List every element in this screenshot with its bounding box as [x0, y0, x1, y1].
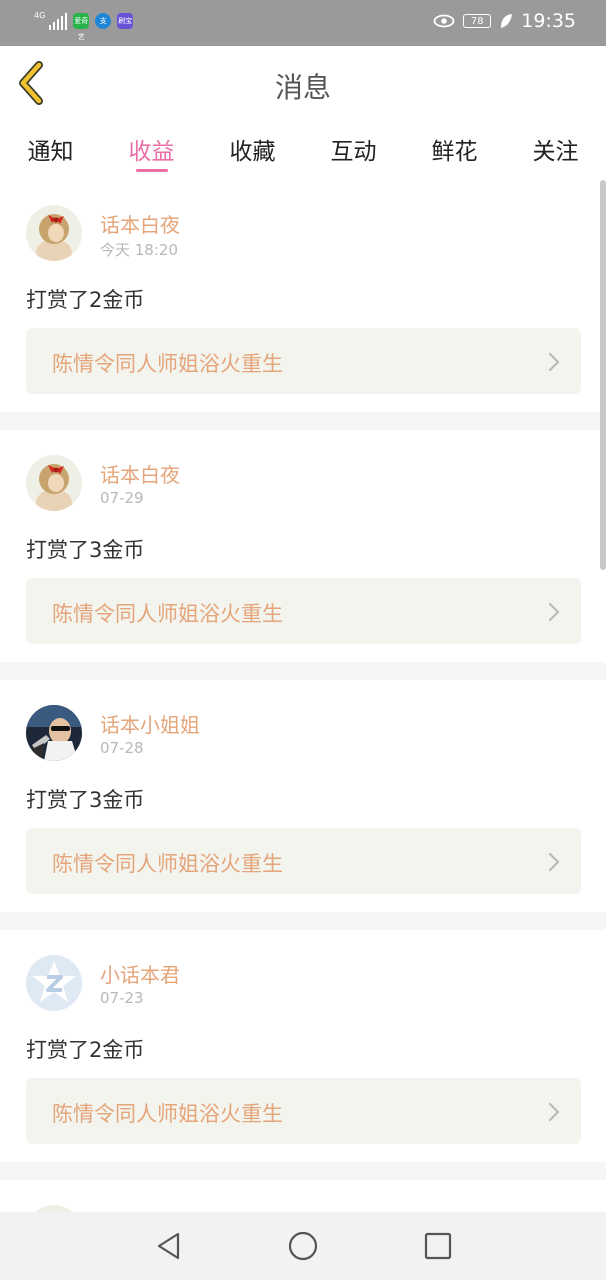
tab-follows[interactable]: 关注: [505, 120, 606, 178]
driver-avatar-icon: [26, 705, 82, 761]
tab-flowers[interactable]: 鲜花: [404, 120, 505, 178]
tab-label: 通知: [27, 139, 74, 165]
scrollbar[interactable]: [600, 180, 606, 570]
status-bar-left: 4G 爱奇艺 支 刷宝: [34, 11, 134, 41]
active-tab-indicator: [135, 169, 168, 172]
tab-notifications[interactable]: 通知: [0, 120, 101, 178]
reward-text: 打赏了2金币: [26, 1038, 145, 1062]
chevron-right-icon: [548, 352, 560, 372]
nav-back-icon[interactable]: [152, 1229, 186, 1263]
iqiyi-icon: 爱奇艺: [73, 13, 90, 41]
avatar[interactable]: [26, 455, 82, 511]
system-nav-bar: [0, 1212, 606, 1280]
star-z-avatar-icon: [26, 955, 82, 1011]
book-title: 陈情令同人师姐浴火重生: [52, 1102, 283, 1126]
nav-recents-icon[interactable]: [421, 1229, 455, 1263]
tab-bar: 通知 收益 收藏 互动 鲜花 关注: [0, 120, 606, 178]
chevron-right-icon: [548, 1102, 560, 1122]
book-title: 陈情令同人师姐浴火重生: [52, 852, 283, 876]
leaf-icon: [501, 14, 513, 28]
message-list[interactable]: 话本白夜 今天 18:20 打赏了2金币 陈情令同人师姐浴火重生 话本白夜 07…: [0, 180, 606, 1212]
reward-text: 打赏了3金币: [26, 788, 145, 812]
username[interactable]: 话本小姐姐: [100, 709, 200, 738]
username[interactable]: 话本白夜: [100, 209, 180, 238]
avatar[interactable]: [26, 955, 82, 1011]
message-card: 小话本君 07-23 打赏了2金币 陈情令同人师姐浴火重生: [0, 930, 606, 1162]
alipay-icon: 支: [95, 13, 112, 29]
chevron-right-icon: [548, 602, 560, 622]
network-type: 4G: [34, 11, 46, 20]
reward-text: 打赏了3金币: [26, 538, 145, 562]
message-card: 话本白夜 07-29 打赏了3金币 陈情令同人师姐浴火重生: [0, 430, 606, 662]
chevron-right-icon: [548, 852, 560, 872]
timestamp: 07-29: [100, 489, 144, 507]
tab-label: 鲜花: [431, 139, 478, 165]
status-bar-right: 78 19:35: [433, 10, 576, 32]
clock: 19:35: [521, 10, 576, 32]
timestamp: 今天 18:20: [100, 241, 178, 259]
signal-icon: 4G: [34, 11, 68, 30]
doll-avatar-icon: [26, 1205, 82, 1212]
book-title: 陈情令同人师姐浴火重生: [52, 352, 283, 376]
header: 消息: [0, 46, 606, 121]
book-link[interactable]: 陈情令同人师姐浴火重生: [26, 578, 581, 644]
tab-label: 收益: [128, 139, 175, 165]
battery-icon: 78: [463, 14, 492, 28]
tab-interactions[interactable]: 互动: [303, 120, 404, 178]
battery-level: 78: [470, 16, 484, 27]
doll-avatar-icon: [26, 455, 82, 511]
book-link[interactable]: 陈情令同人师姐浴火重生: [26, 828, 581, 894]
message-card: 话本小姐姐 07-28 打赏了3金币 陈情令同人师姐浴火重生: [0, 680, 606, 912]
app-icon: 刷宝: [117, 13, 134, 29]
tab-earnings[interactable]: 收益: [101, 120, 202, 178]
tab-label: 收藏: [229, 139, 276, 165]
status-bar: 4G 爱奇艺 支 刷宝 78 19:35: [0, 0, 606, 46]
doll-avatar-icon: [26, 205, 82, 261]
timestamp: 07-28: [100, 739, 144, 757]
eye-icon: [433, 14, 455, 28]
username[interactable]: 话本白夜: [100, 459, 180, 488]
avatar[interactable]: [26, 705, 82, 761]
book-link[interactable]: 陈情令同人师姐浴火重生: [26, 328, 581, 394]
tab-label: 关注: [532, 139, 579, 165]
message-card: 话本白夜 今天 18:20 打赏了2金币 陈情令同人师姐浴火重生: [0, 180, 606, 412]
message-card: [0, 1180, 606, 1212]
nav-home-icon[interactable]: [286, 1229, 320, 1263]
avatar[interactable]: [26, 205, 82, 261]
book-link[interactable]: 陈情令同人师姐浴火重生: [26, 1078, 581, 1144]
timestamp: 07-23: [100, 989, 144, 1007]
username[interactable]: 小话本君: [100, 959, 180, 988]
book-title: 陈情令同人师姐浴火重生: [52, 602, 283, 626]
tab-favorites[interactable]: 收藏: [202, 120, 303, 178]
reward-text: 打赏了2金币: [26, 288, 145, 312]
tab-label: 互动: [330, 139, 377, 165]
page-title: 消息: [274, 71, 331, 104]
avatar[interactable]: [26, 1205, 82, 1212]
